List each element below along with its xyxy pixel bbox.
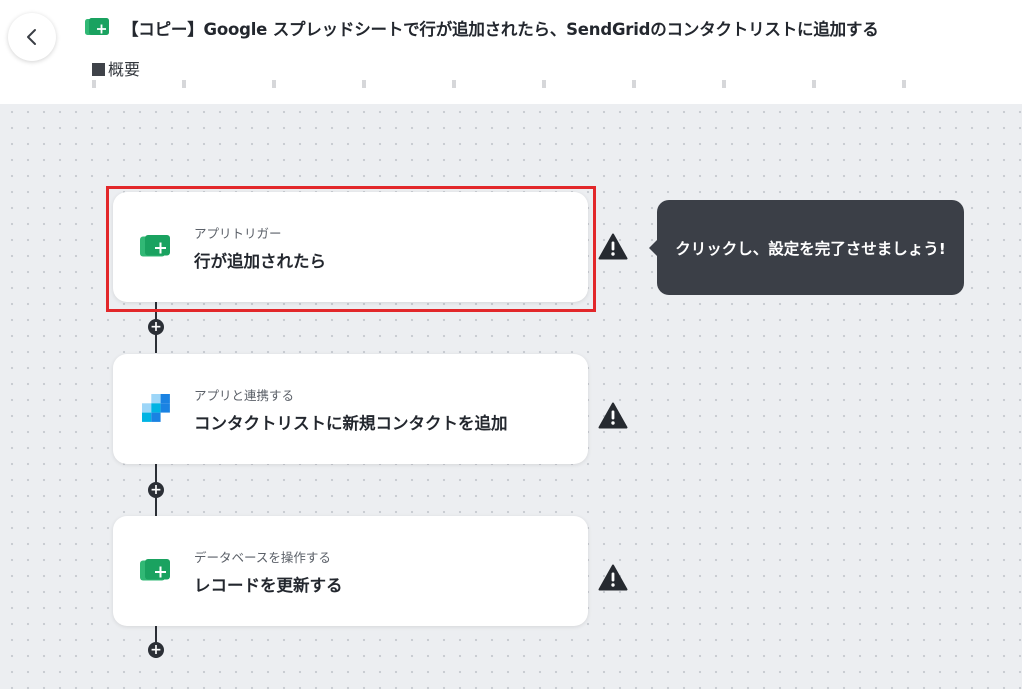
overview-label: 概要 <box>108 60 141 79</box>
google-sheets-icon <box>85 18 111 40</box>
step-type-label: アプリと連携する <box>194 388 295 403</box>
add-step-button[interactable]: + <box>148 319 164 335</box>
guide-tooltip: クリックし、設定を完了させましょう! <box>649 200 964 295</box>
step-name: コンタクトリストに新規コンタクトを追加 <box>194 414 508 433</box>
add-step-button[interactable]: + <box>148 482 164 498</box>
sendgrid-icon <box>142 394 170 426</box>
step-card-database[interactable]: データベースを操作する レコードを更新する <box>113 516 588 626</box>
overview-text-fade <box>92 80 952 88</box>
step-name: レコードを更新する <box>194 576 343 595</box>
step-name: 行が追加されたら <box>194 252 326 271</box>
add-step-button[interactable]: + <box>148 642 164 658</box>
google-sheets-icon <box>140 235 172 261</box>
back-button[interactable] <box>8 13 56 61</box>
step-type-label: データベースを操作する <box>194 550 331 565</box>
warning-icon <box>598 402 628 429</box>
step-card-trigger[interactable]: アプリトリガー 行が追加されたら <box>113 192 588 302</box>
warning-icon <box>598 564 628 591</box>
flow-title: 【コピー】Google スプレッドシートで行が追加されたら、SendGridのコ… <box>122 20 879 39</box>
chevron-left-icon <box>27 29 36 45</box>
tooltip-text: クリックし、設定を完了させましょう! <box>675 239 946 258</box>
warning-icon <box>598 233 628 260</box>
step-type-label: アプリトリガー <box>194 226 282 241</box>
overview-section: 概要 <box>92 56 140 80</box>
square-icon <box>92 63 105 76</box>
flow-header: 【コピー】Google スプレッドシートで行が追加されたら、SendGridのコ… <box>0 0 1022 104</box>
step-card-app-action[interactable]: アプリと連携する コンタクトリストに新規コンタクトを追加 <box>113 354 588 464</box>
google-sheets-icon <box>140 559 172 585</box>
